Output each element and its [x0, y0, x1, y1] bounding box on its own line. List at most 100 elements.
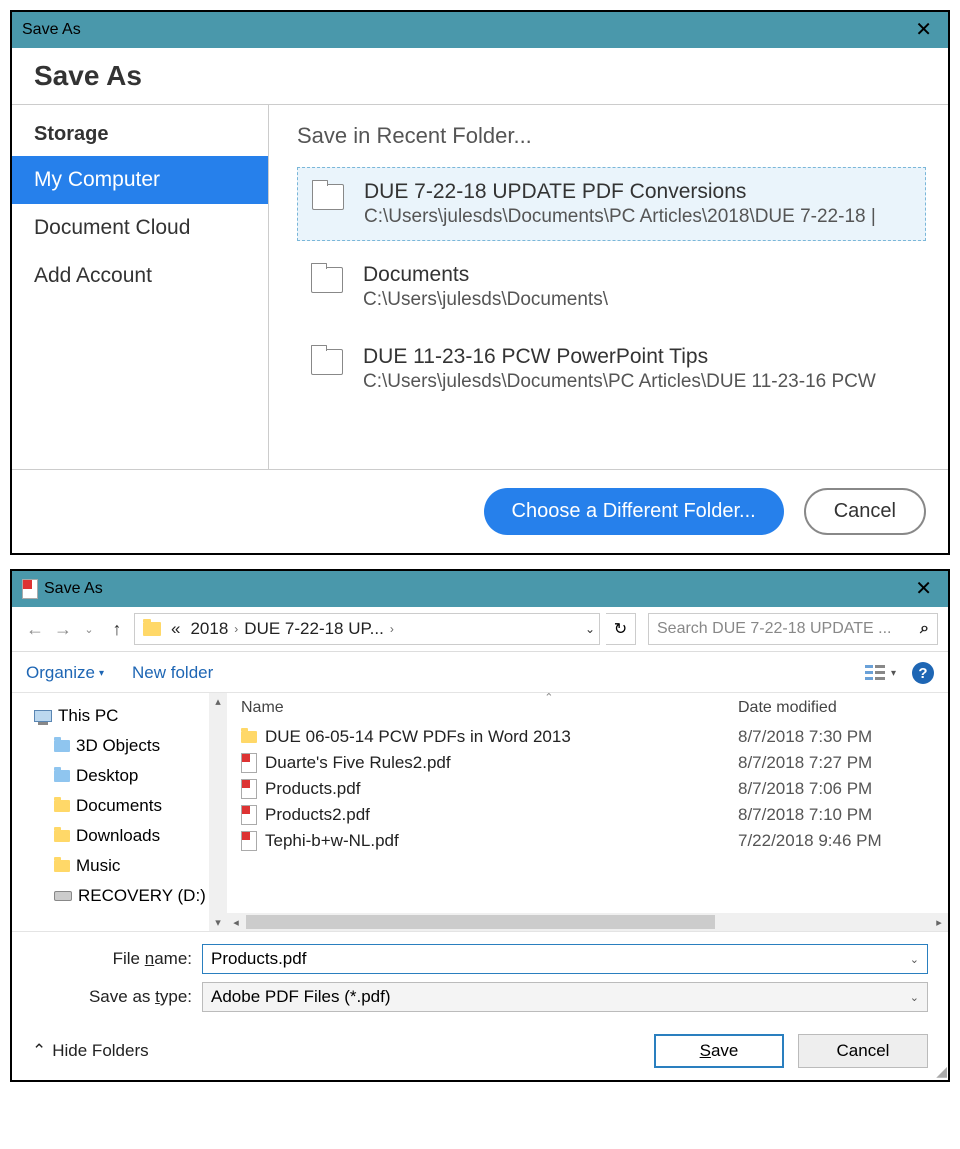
folder-icon — [311, 267, 343, 293]
close-icon[interactable]: ✕ — [909, 579, 938, 599]
drive-icon — [54, 891, 72, 901]
adobe-sidebar: Storage My Computer Document Cloud Add A… — [12, 105, 269, 469]
list-view-icon — [865, 665, 885, 681]
folder-icon — [54, 740, 70, 752]
folder-path: C:\Users\julesds\Documents\ — [363, 289, 912, 311]
chevron-down-icon: ▾ — [99, 668, 104, 679]
tree-item-music[interactable]: Music — [22, 851, 225, 881]
pdf-icon — [22, 579, 38, 599]
nav-up-icon[interactable]: ↑ — [106, 617, 128, 642]
sort-ascending-icon: ⌃ — [544, 691, 553, 704]
file-row[interactable]: Tephi-b+w-NL.pdf 7/22/2018 9:46 PM — [227, 828, 948, 854]
file-row[interactable]: Products.pdf 8/7/2018 7:06 PM — [227, 776, 948, 802]
sidebar-item-add-account[interactable]: Add Account — [12, 252, 268, 300]
breadcrumb-item[interactable]: DUE 7-22-18 UP... — [240, 619, 388, 639]
savetype-label: Save as type: — [32, 987, 192, 1007]
new-folder-button[interactable]: New folder — [132, 663, 213, 683]
folder-icon — [143, 622, 161, 636]
recent-folder-item[interactable]: DUE 7-22-18 UPDATE PDF Conversions C:\Us… — [297, 167, 926, 241]
recent-folder-item[interactable]: DUE 11-23-16 PCW PowerPoint Tips C:\User… — [297, 333, 926, 405]
folder-icon — [54, 830, 70, 842]
tree-item-documents[interactable]: Documents — [22, 791, 225, 821]
folder-name: DUE 11-23-16 PCW PowerPoint Tips — [363, 345, 912, 369]
nav-back-icon[interactable]: ← — [22, 617, 44, 642]
adobe-saveas-window: Save As ✕ Save As Storage My Computer Do… — [10, 10, 950, 555]
cancel-button[interactable]: Cancel — [804, 488, 926, 535]
filename-input[interactable]: Products.pdf ⌄ — [202, 944, 928, 974]
tree-item-3d-objects[interactable]: 3D Objects — [22, 731, 225, 761]
filename-label: File name: — [32, 949, 192, 969]
save-button[interactable]: Save — [654, 1034, 784, 1068]
explorer-titlebar: Save As ✕ — [12, 571, 948, 607]
adobe-main-panel: Save in Recent Folder... DUE 7-22-18 UPD… — [269, 105, 948, 469]
folder-icon — [312, 184, 344, 210]
sidebar-item-my-computer[interactable]: My Computer — [12, 156, 268, 204]
adobe-titlebar: Save As ✕ — [12, 12, 948, 48]
organize-menu[interactable]: Organize ▾ — [26, 663, 104, 683]
pdf-icon — [241, 805, 257, 825]
tree-item-recovery-drive[interactable]: RECOVERY (D:) — [22, 881, 225, 911]
scroll-right-icon[interactable]: ▸ — [930, 916, 948, 929]
scroll-up-icon[interactable]: ▴ — [215, 695, 221, 708]
folder-icon — [311, 349, 343, 375]
tree-item-downloads[interactable]: Downloads — [22, 821, 225, 851]
help-icon[interactable]: ? — [912, 662, 934, 684]
folder-path: C:\Users\julesds\Documents\PC Articles\D… — [363, 371, 912, 393]
tree-scrollbar[interactable]: ▴ ▾ — [209, 693, 227, 931]
adobe-dialog-heading: Save As — [12, 48, 948, 105]
tree-item-desktop[interactable]: Desktop — [22, 761, 225, 791]
choose-folder-button[interactable]: Choose a Different Folder... — [484, 488, 784, 535]
chevron-up-icon: ⌃ — [32, 1041, 46, 1061]
adobe-window-title: Save As — [22, 21, 81, 39]
nav-forward-icon[interactable]: → — [50, 617, 72, 642]
search-icon[interactable]: ⌕ — [920, 620, 929, 638]
computer-icon — [34, 710, 52, 722]
chevron-right-icon[interactable]: › — [234, 622, 238, 636]
chevron-down-icon[interactable]: ⌄ — [910, 953, 919, 966]
recent-folder-heading: Save in Recent Folder... — [297, 123, 926, 149]
chevron-down-icon[interactable]: ⌄ — [910, 991, 919, 1004]
chevron-down-icon: ▾ — [891, 668, 896, 679]
chevron-right-icon[interactable]: › — [390, 622, 394, 636]
horizontal-scrollbar[interactable]: ◂ ▸ — [227, 913, 948, 931]
pdf-icon — [241, 831, 257, 851]
folder-icon — [54, 800, 70, 812]
search-placeholder: Search DUE 7-22-18 UPDATE ... — [657, 620, 891, 638]
column-header-date[interactable]: Date modified — [738, 699, 948, 717]
scroll-down-icon[interactable]: ▾ — [215, 916, 221, 929]
scroll-left-icon[interactable]: ◂ — [227, 916, 245, 929]
folder-name: DUE 7-22-18 UPDATE PDF Conversions — [364, 180, 911, 204]
breadcrumb-overflow[interactable]: « — [167, 619, 184, 639]
folder-icon — [54, 770, 70, 782]
nav-recent-dropdown-icon[interactable]: ⌄ — [78, 621, 100, 638]
hide-folders-toggle[interactable]: ⌃ Hide Folders — [32, 1041, 149, 1061]
file-list-pane: ⌃ Name Date modified DUE 06-05-14 PCW PD… — [227, 693, 948, 931]
resize-grip-icon[interactable]: ◢ — [935, 1067, 947, 1079]
recent-folder-item[interactable]: Documents C:\Users\julesds\Documents\ — [297, 251, 926, 323]
close-icon[interactable]: ✕ — [909, 20, 938, 40]
folder-name: Documents — [363, 263, 912, 287]
pdf-icon — [241, 753, 257, 773]
folder-icon — [241, 731, 257, 743]
file-row[interactable]: Products2.pdf 8/7/2018 7:10 PM — [227, 802, 948, 828]
view-options-button[interactable]: ▾ — [865, 665, 896, 681]
folder-icon — [54, 860, 70, 872]
search-input[interactable]: Search DUE 7-22-18 UPDATE ... ⌕ — [648, 613, 938, 645]
column-header-name[interactable]: Name — [241, 699, 738, 717]
file-row[interactable]: DUE 06-05-14 PCW PDFs in Word 2013 8/7/2… — [227, 724, 948, 750]
explorer-saveas-window: Save As ✕ ← → ⌄ ↑ « 2018 › DUE 7-22-18 U… — [10, 569, 950, 1082]
file-row[interactable]: Duarte's Five Rules2.pdf 8/7/2018 7:27 P… — [227, 750, 948, 776]
breadcrumb[interactable]: « 2018 › DUE 7-22-18 UP... › ⌄ — [134, 613, 600, 645]
cancel-button[interactable]: Cancel — [798, 1034, 928, 1068]
savetype-dropdown[interactable]: Adobe PDF Files (*.pdf) ⌄ — [202, 982, 928, 1012]
pdf-icon — [241, 779, 257, 799]
folder-tree: This PC 3D Objects Desktop Documents Dow… — [12, 693, 227, 931]
tree-item-this-pc[interactable]: This PC — [22, 701, 225, 731]
breadcrumb-dropdown-icon[interactable]: ⌄ — [585, 622, 595, 636]
sidebar-item-document-cloud[interactable]: Document Cloud — [12, 204, 268, 252]
breadcrumb-item[interactable]: 2018 — [186, 619, 232, 639]
storage-label: Storage — [12, 105, 268, 156]
scroll-thumb[interactable] — [246, 915, 715, 929]
explorer-window-title: Save As — [44, 580, 103, 598]
refresh-icon[interactable]: ↻ — [606, 613, 636, 645]
